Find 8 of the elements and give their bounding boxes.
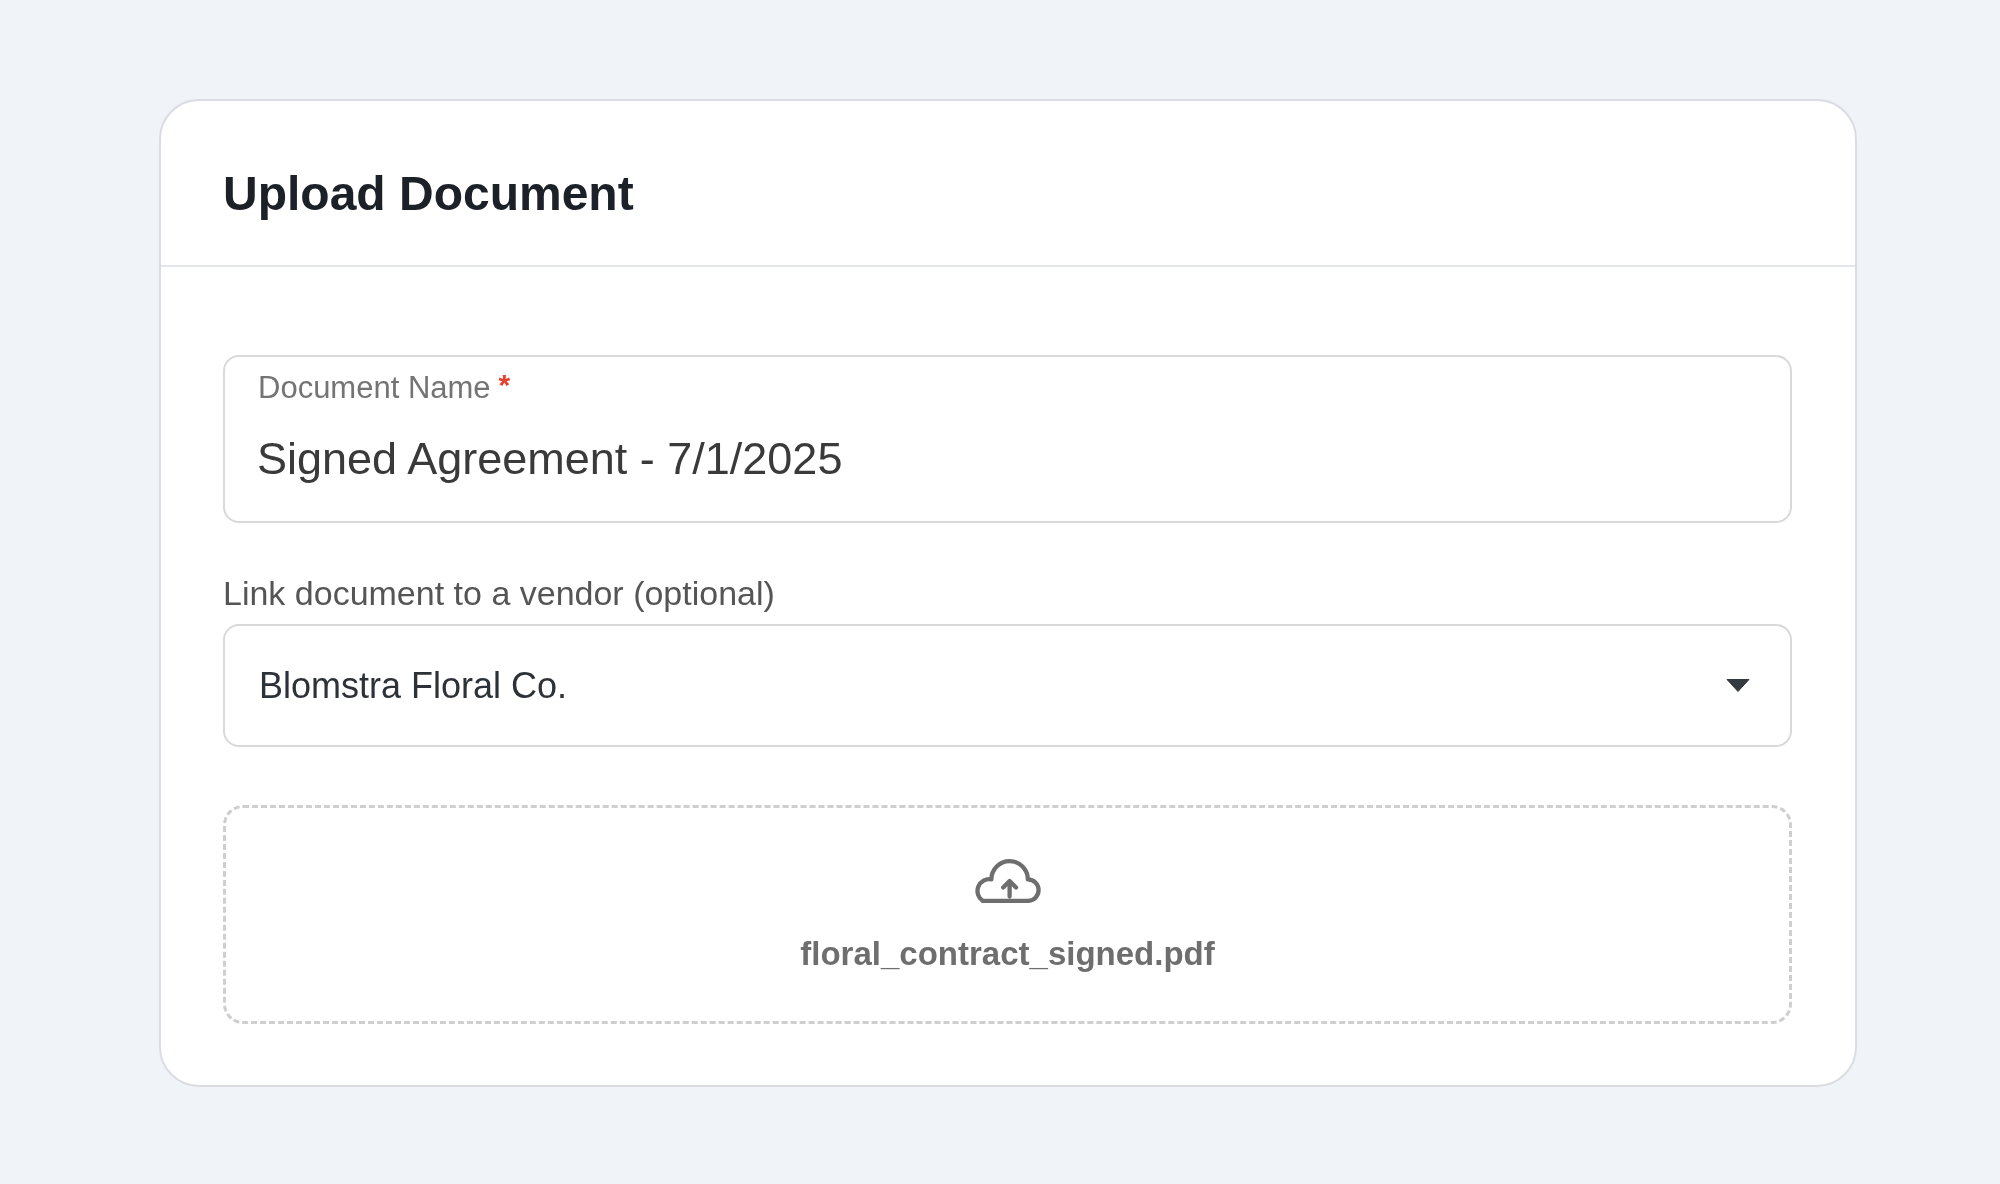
caret-icon [1726, 679, 1750, 692]
vendor-label: Link document to a vendor (optional) [223, 573, 775, 613]
cloud-upload-icon [974, 859, 1041, 903]
upload-dropzone[interactable]: floral_contract_signed.pdf [223, 805, 1792, 1024]
card-title: Upload Document [223, 170, 635, 218]
required-mark: * [498, 370, 511, 400]
field-label: Document Name [258, 370, 491, 406]
vendor-select[interactable]: Blomstra Floral Co. [223, 624, 1792, 747]
